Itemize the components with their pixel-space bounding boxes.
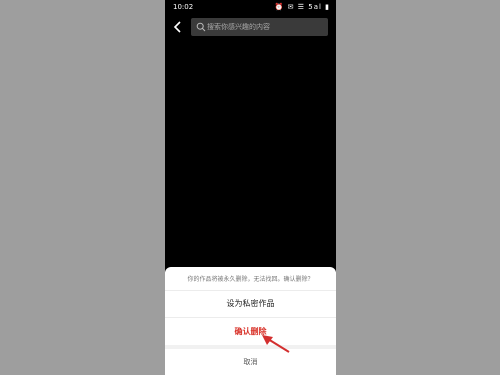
status-bar: 10:02 ⏰ ✉ ☰ 5al ▮ — [165, 0, 336, 15]
status-time: 10:02 — [173, 3, 194, 11]
phone-screen: 10:02 ⏰ ✉ ☰ 5al ▮ 搜索你感兴趣的内容 你的作品将被永久删除，无… — [165, 0, 336, 375]
confirm-delete-button[interactable]: 确认删除 — [165, 318, 336, 345]
cancel-button[interactable]: 取消 — [165, 349, 336, 375]
set-private-button[interactable]: 设为私密作品 — [165, 291, 336, 317]
top-nav: 搜索你感兴趣的内容 — [165, 17, 336, 37]
search-input[interactable]: 搜索你感兴趣的内容 — [191, 18, 328, 36]
delete-action-sheet: 你的作品将被永久删除，无法找回。确认删除？ 设为私密作品 确认删除 取消 — [165, 267, 336, 375]
status-icons: ⏰ ✉ ☰ 5al ▮ — [274, 3, 330, 11]
search-icon — [196, 22, 206, 32]
sheet-message: 你的作品将被永久删除，无法找回。确认删除？ — [187, 276, 314, 283]
search-placeholder: 搜索你感兴趣的内容 — [207, 23, 270, 31]
back-button[interactable] — [172, 20, 184, 34]
chevron-left-icon — [173, 21, 181, 33]
